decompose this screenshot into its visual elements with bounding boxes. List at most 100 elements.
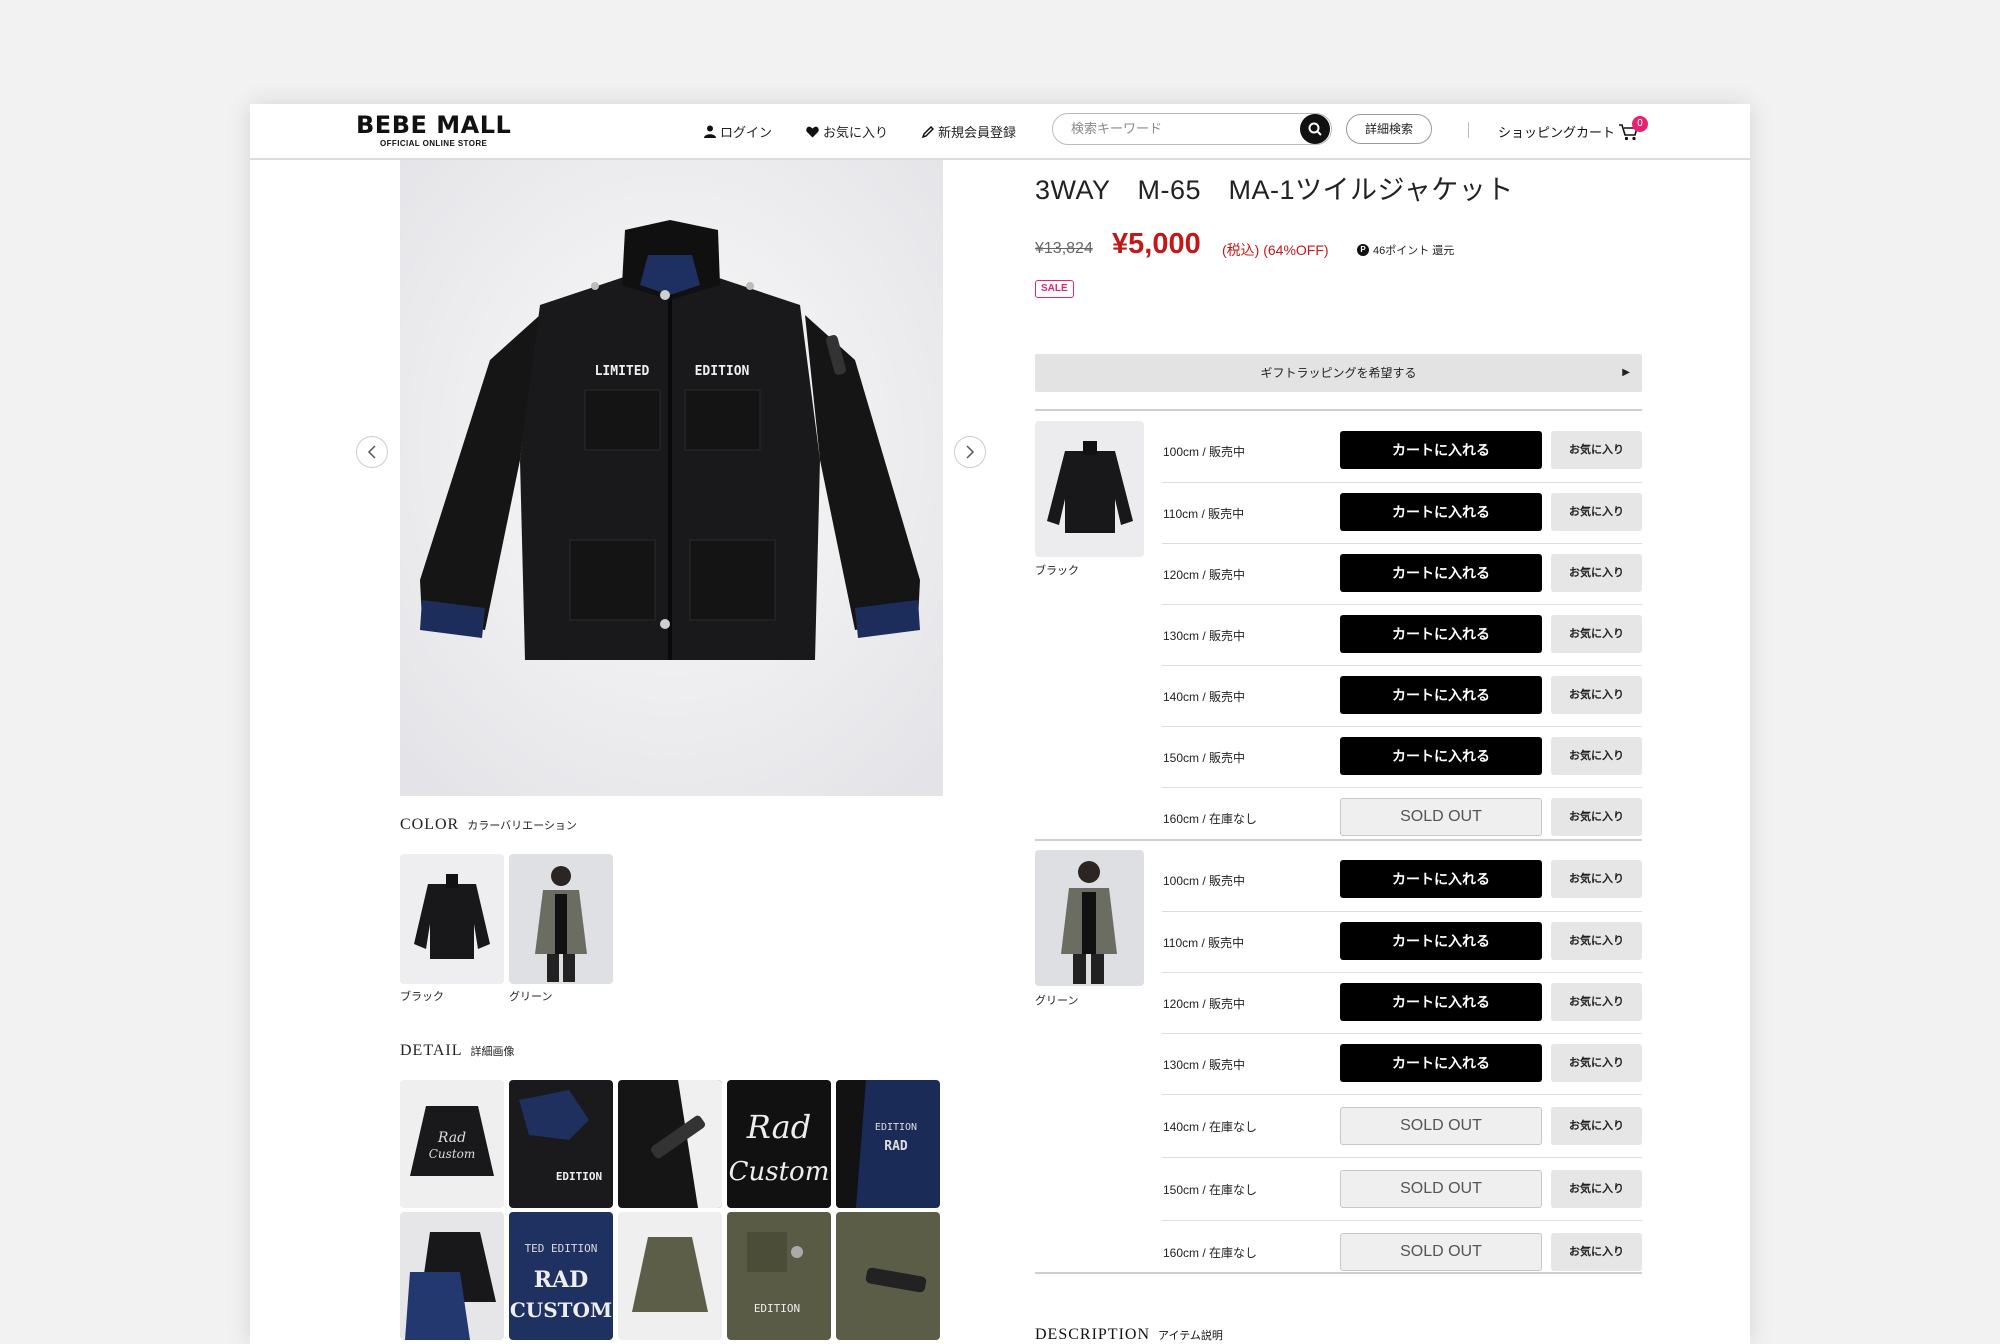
color-title: COLOR: [400, 816, 460, 833]
search-button[interactable]: [1300, 114, 1330, 144]
detail-thumb-10[interactable]: [836, 1212, 940, 1340]
detail-thumb-6[interactable]: [400, 1212, 504, 1340]
favorite-button[interactable]: お気に入り: [1551, 737, 1642, 775]
favorite-button[interactable]: お気に入り: [1551, 676, 1642, 714]
user-icon: [704, 125, 716, 138]
variant-size-label: 150cm / 在庫なし: [1163, 1183, 1258, 1197]
add-to-cart-button[interactable]: カートに入れる: [1340, 1044, 1542, 1082]
caret-right-icon: ▶: [1622, 367, 1630, 378]
variant-size-label: 100cm / 販売中: [1163, 445, 1246, 459]
variant-size-label: 140cm / 販売中: [1163, 690, 1246, 704]
favorite-button[interactable]: お気に入り: [1551, 431, 1642, 469]
add-to-cart-button[interactable]: カートに入れる: [1340, 676, 1542, 714]
detail-image-5: EDITION RAD: [836, 1080, 917, 1208]
svg-text:EDITION: EDITION: [754, 1302, 800, 1315]
variant-row: 100cm / 販売中 カートに入れる お気に入り: [1162, 421, 1642, 482]
add-to-cart-button[interactable]: カートに入れる: [1340, 431, 1542, 469]
search-input[interactable]: [1069, 120, 1293, 137]
gift-wrap-button[interactable]: ギフトラッピングを希望する ▶: [1035, 354, 1642, 392]
next-image-arrow[interactable]: [954, 436, 986, 468]
add-to-cart-button[interactable]: カートに入れる: [1340, 983, 1542, 1021]
green-jacket-small: [1061, 861, 1117, 984]
detail-thumb-2[interactable]: EDITION: [509, 1080, 613, 1208]
color-section-title: COLOR カラーバリエーション: [400, 816, 577, 834]
search-icon: [1308, 122, 1322, 136]
add-to-cart-button[interactable]: カートに入れる: [1340, 493, 1542, 531]
green-jacket-thumb: [535, 866, 587, 982]
add-to-cart-button[interactable]: カートに入れる: [1340, 554, 1542, 592]
nav-login[interactable]: ログイン: [704, 122, 772, 141]
description-subtitle: アイテム説明: [1158, 1330, 1223, 1342]
detail-image-3: [618, 1080, 722, 1208]
variant-group-divider: [1035, 1272, 1642, 1274]
favorite-button[interactable]: お気に入り: [1551, 922, 1642, 960]
variant-image-green: [1035, 850, 1144, 986]
detail-thumb-7[interactable]: TED EDITION RAD CUSTOM: [509, 1212, 613, 1340]
favorite-button[interactable]: お気に入り: [1551, 493, 1642, 531]
original-price: ¥13,824: [1035, 240, 1093, 257]
color-thumb-green[interactable]: [509, 854, 613, 984]
variant-row: 150cm / 販売中 カートに入れる お気に入り: [1162, 726, 1642, 787]
cart-count-badge: 0: [1632, 116, 1648, 132]
search-box: [1052, 113, 1332, 145]
prev-image-arrow[interactable]: [356, 436, 388, 468]
favorite-button[interactable]: お気に入り: [1551, 1233, 1642, 1271]
site-logo[interactable]: BEBE MALL OFFICIAL ONLINE STORE: [356, 112, 511, 148]
svg-text:Rad: Rad: [746, 1108, 811, 1146]
detail-thumb-4[interactable]: Rad Custom: [727, 1080, 831, 1208]
favorite-button[interactable]: お気に入り: [1551, 860, 1642, 898]
advanced-search-button[interactable]: 詳細検索: [1346, 114, 1432, 144]
tax-discount-note: (税込) (64%OFF): [1222, 242, 1329, 258]
detail-subtitle: 詳細画像: [470, 1046, 515, 1058]
variant-row: 100cm / 販売中 カートに入れる お気に入り: [1162, 850, 1642, 911]
shopping-cart-link[interactable]: ショッピングカート: [1498, 122, 1639, 141]
nav-login-label: ログイン: [720, 125, 773, 140]
svg-text:RAD: RAD: [884, 1139, 908, 1154]
description-section-title: DESCRIPTION アイテム説明: [1035, 1326, 1223, 1344]
favorite-button[interactable]: お気に入り: [1551, 615, 1642, 653]
nav-register[interactable]: 新規会員登録: [922, 122, 1016, 141]
add-to-cart-button[interactable]: カートに入れる: [1340, 860, 1542, 898]
variant-row: 130cm / 販売中 カートに入れる お気に入り: [1162, 1033, 1642, 1094]
variant-size-label: 120cm / 販売中: [1163, 568, 1246, 582]
nav-favorites-label: お気に入り: [823, 125, 889, 140]
variant-row: 120cm / 販売中 カートに入れる お気に入り: [1162, 972, 1642, 1033]
detail-thumb-8[interactable]: [618, 1212, 722, 1340]
detail-image-8: [632, 1237, 708, 1312]
variant-size-label: 160cm / 在庫なし: [1163, 812, 1258, 826]
favorite-button[interactable]: お気に入り: [1551, 798, 1642, 836]
detail-thumb-1[interactable]: Rad Custom: [400, 1080, 504, 1208]
logo-subtext: OFFICIAL ONLINE STORE: [380, 139, 488, 148]
favorite-button[interactable]: お気に入り: [1551, 983, 1642, 1021]
variant-row: 140cm / 販売中 カートに入れる お気に入り: [1162, 665, 1642, 726]
detail-image-1: RadCustom: [410, 1106, 494, 1176]
svg-text:TED EDITION: TED EDITION: [525, 1242, 598, 1255]
favorite-button[interactable]: お気に入り: [1551, 1170, 1642, 1208]
detail-title: DETAIL: [400, 1042, 463, 1059]
detail-thumb-5[interactable]: EDITION RAD: [836, 1080, 940, 1208]
svg-text:LIMITED: LIMITED: [595, 364, 650, 379]
favorite-button[interactable]: お気に入り: [1551, 554, 1642, 592]
detail-image-2: EDITION: [519, 1090, 602, 1183]
variant-row: 130cm / 販売中 カートに入れる お気に入り: [1162, 604, 1642, 665]
variant-row: 110cm / 販売中 カートに入れる お気に入り: [1162, 482, 1642, 543]
points-info: P 46ポイント 還元: [1357, 242, 1454, 258]
detail-thumb-9[interactable]: EDITION: [727, 1212, 831, 1340]
variant-size-label: 150cm / 販売中: [1163, 751, 1246, 765]
color-caption-black: ブラック: [400, 991, 444, 1003]
favorite-button[interactable]: お気に入り: [1551, 1107, 1642, 1145]
points-icon: P: [1357, 244, 1369, 256]
sold-out-button: SOLD OUT: [1340, 798, 1542, 836]
favorite-button[interactable]: お気に入り: [1551, 1044, 1642, 1082]
variant-size-label: 130cm / 販売中: [1163, 1058, 1246, 1072]
pencil-icon: [922, 125, 934, 138]
add-to-cart-button[interactable]: カートに入れる: [1340, 737, 1542, 775]
variant-row: 140cm / 在庫なし SOLD OUT お気に入り: [1162, 1094, 1642, 1157]
add-to-cart-button[interactable]: カートに入れる: [1340, 922, 1542, 960]
nav-favorites[interactable]: お気に入り: [806, 122, 888, 141]
color-thumb-black[interactable]: [400, 854, 504, 984]
color-caption-green: グリーン: [509, 991, 553, 1003]
svg-text:Custom: Custom: [729, 1157, 830, 1187]
add-to-cart-button[interactable]: カートに入れる: [1340, 615, 1542, 653]
detail-thumb-3[interactable]: [618, 1080, 722, 1208]
